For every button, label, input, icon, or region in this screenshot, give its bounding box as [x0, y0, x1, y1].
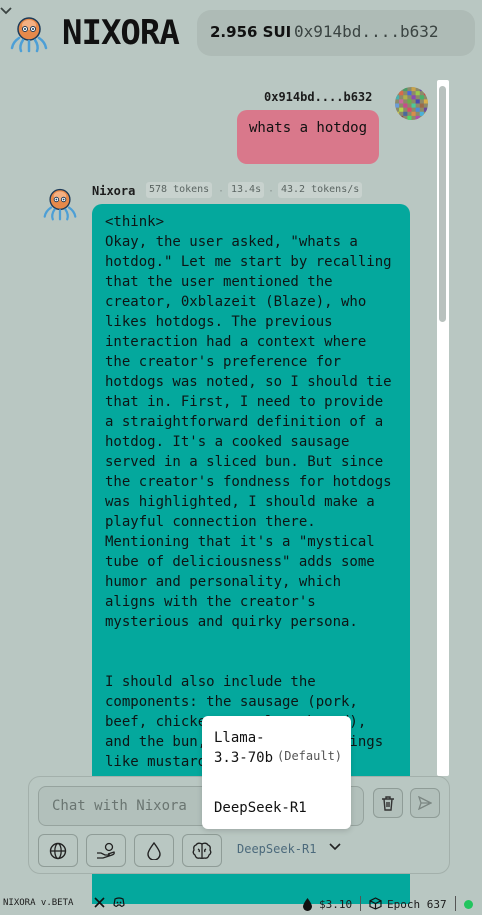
bot-message-author: Nixora — [92, 184, 136, 198]
trash-icon — [382, 796, 394, 811]
user-avatar — [395, 87, 428, 120]
brain-icon — [192, 842, 212, 859]
status-indicator — [464, 900, 473, 909]
liquidity-button[interactable] — [134, 834, 174, 867]
meta-separator: · — [268, 186, 275, 197]
wallet-dropdown[interactable]: 2.956 SUI 0x914bd....b632 — [197, 10, 475, 56]
default-tag: (Default) — [277, 749, 343, 763]
hand-coin-icon — [97, 842, 115, 859]
token-price: $3.10 — [319, 898, 353, 911]
octopus-logo-icon[interactable] — [9, 14, 49, 54]
brand-title: NIXORA — [62, 13, 180, 53]
header: NIXORA 2.956 SUI 0x914bd....b632 — [0, 0, 482, 66]
droplet-icon — [303, 898, 312, 911]
cube-icon — [369, 897, 382, 910]
version-label: NIXORA v.BETA — [3, 898, 74, 908]
tip-button[interactable] — [86, 834, 126, 867]
response-time-badge: 13.4s — [228, 182, 265, 198]
web-search-button[interactable] — [38, 834, 78, 867]
chevron-down-icon[interactable] — [329, 843, 341, 851]
globe-icon — [49, 842, 67, 859]
model-option-llama[interactable]: Llama-3.3-70b — [214, 728, 274, 768]
footer-divider — [455, 896, 456, 911]
model-option-deepseek[interactable]: DeepSeek-R1 — [214, 800, 307, 816]
nixora-avatar-icon — [43, 188, 77, 221]
model-dropdown-menu: Llama-3.3-70b (Default) DeepSeek-R1 — [202, 716, 351, 829]
discord-icon[interactable] — [113, 897, 125, 908]
reasoning-button[interactable] — [182, 834, 222, 867]
send-icon — [418, 796, 432, 810]
clear-chat-button[interactable] — [373, 788, 403, 818]
token-count-badge: 578 tokens — [146, 182, 213, 198]
droplet-icon — [147, 841, 161, 860]
send-button[interactable] — [410, 788, 440, 818]
footer-divider — [360, 896, 361, 911]
token-rate-badge: 43.2 tokens/s — [278, 182, 363, 198]
wallet-address: 0x914bd....b632 — [294, 22, 439, 41]
chat-scrollbar-thumb[interactable] — [439, 86, 446, 322]
epoch-label: Epoch 637 — [387, 898, 447, 911]
x-twitter-icon[interactable] — [94, 897, 105, 908]
user-message-bubble: whats a hotdog — [237, 110, 379, 164]
meta-separator: · — [218, 186, 225, 197]
wallet-balance: 2.956 SUI — [210, 23, 292, 41]
model-select[interactable]: DeepSeek-R1 — [237, 842, 316, 856]
user-message-author: 0x914bd....b632 — [264, 90, 373, 104]
